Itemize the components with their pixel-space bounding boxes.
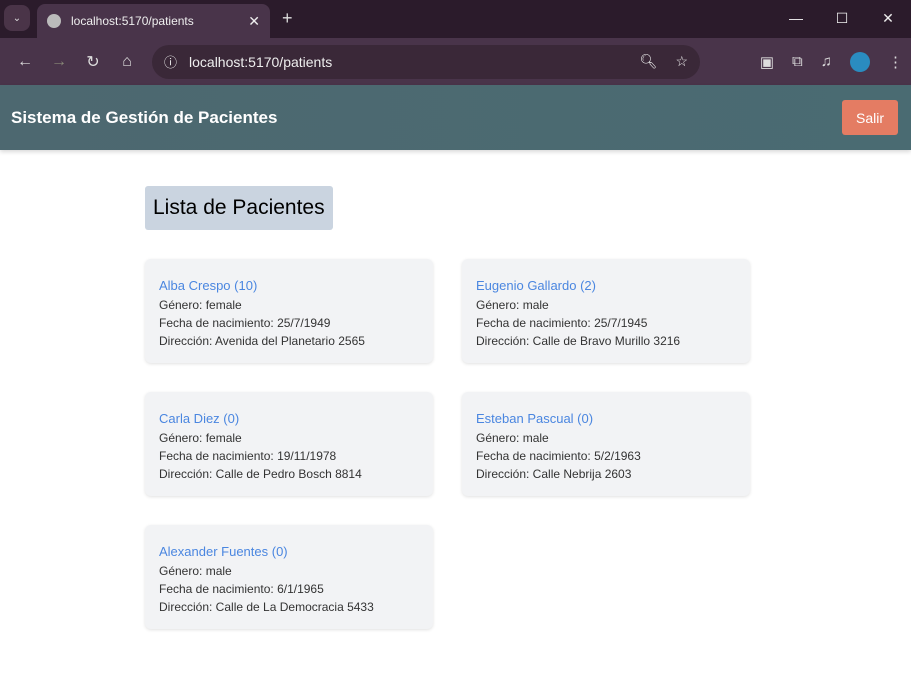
- patient-birthdate: Fecha de nacimiento: 25/7/1949: [159, 316, 331, 330]
- zoom-icon[interactable]: 🔍︎: [640, 53, 658, 70]
- patient-name-link[interactable]: Eugenio Gallardo (2): [476, 276, 736, 296]
- media-icon[interactable]: ♫: [821, 53, 832, 70]
- new-tab-button[interactable]: +: [282, 8, 293, 29]
- bookmark-star-icon[interactable]: ☆: [675, 53, 688, 70]
- close-tab-icon[interactable]: ✕: [248, 13, 260, 30]
- globe-icon: [47, 14, 61, 28]
- page-title: Lista de Pacientes: [145, 186, 333, 230]
- forward-button[interactable]: →: [42, 53, 76, 71]
- url-text: localhost:5170/patients: [189, 53, 333, 70]
- home-button[interactable]: ⌂: [110, 53, 144, 71]
- patient-gender: Género: male: [476, 431, 549, 445]
- patient-name-link[interactable]: Alexander Fuentes (0): [159, 542, 419, 562]
- browser-toolbar: ← → ↻ ⌂ ⓘ localhost:5170/patients 🔍︎ ☆ ▣ …: [0, 38, 911, 85]
- patients-section: Lista de Pacientes Alba Crespo (10) Géne…: [145, 186, 750, 629]
- logout-button[interactable]: Salir: [842, 100, 898, 135]
- patient-gender: Género: female: [159, 431, 242, 445]
- patient-address: Dirección: Calle de Bravo Murillo 3216: [476, 334, 681, 348]
- tab-search-button[interactable]: ⌄: [4, 5, 30, 31]
- browser-tab-bar: ⌄ localhost:5170/patients ✕ + — ☐ ✕: [0, 0, 911, 38]
- maximize-button[interactable]: ☐: [819, 0, 865, 36]
- patient-card: Eugenio Gallardo (2) Género: male Fecha …: [462, 259, 750, 363]
- app-title: Sistema de Gestión de Pacientes: [11, 107, 278, 127]
- minimize-button[interactable]: —: [773, 0, 819, 36]
- patient-gender: Género: female: [159, 298, 242, 312]
- tab-title: localhost:5170/patients: [71, 14, 194, 28]
- patient-gender: Género: male: [159, 564, 232, 578]
- back-button[interactable]: ←: [8, 53, 42, 71]
- patient-birthdate: Fecha de nacimiento: 6/1/1965: [159, 582, 324, 596]
- reload-button[interactable]: ↻: [76, 52, 110, 72]
- patient-list: Alba Crespo (10) Género: female Fecha de…: [145, 259, 750, 629]
- patient-card: Alexander Fuentes (0) Género: male Fecha…: [145, 525, 433, 629]
- close-window-button[interactable]: ✕: [865, 0, 911, 36]
- extension-icon[interactable]: ▣: [760, 53, 774, 71]
- patient-address: Dirección: Calle de La Democracia 5433: [159, 600, 374, 614]
- menu-icon[interactable]: ⋮: [888, 53, 903, 71]
- patient-card: Carla Diez (0) Género: female Fecha de n…: [145, 392, 433, 496]
- patient-card: Alba Crespo (10) Género: female Fecha de…: [145, 259, 433, 363]
- patient-gender: Género: male: [476, 298, 549, 312]
- patient-name-link[interactable]: Esteban Pascual (0): [476, 409, 736, 429]
- patient-birthdate: Fecha de nacimiento: 19/11/1978: [159, 449, 337, 463]
- patient-name-link[interactable]: Alba Crespo (10): [159, 276, 419, 296]
- patient-name-link[interactable]: Carla Diez (0): [159, 409, 419, 429]
- patient-birthdate: Fecha de nacimiento: 25/7/1945: [476, 316, 648, 330]
- patient-birthdate: Fecha de nacimiento: 5/2/1963: [476, 449, 641, 463]
- profile-avatar[interactable]: [850, 51, 870, 72]
- address-bar[interactable]: ⓘ localhost:5170/patients 🔍︎ ☆: [152, 44, 700, 79]
- site-info-icon[interactable]: ⓘ: [164, 52, 177, 71]
- extensions-puzzle-icon[interactable]: ⧉: [792, 53, 803, 70]
- patient-address: Dirección: Calle Nebrija 2603: [476, 467, 632, 481]
- patient-card: Esteban Pascual (0) Género: male Fecha d…: [462, 392, 750, 496]
- browser-tab[interactable]: localhost:5170/patients ✕: [37, 4, 270, 38]
- app-header: Sistema de Gestión de Pacientes Salir: [0, 85, 911, 150]
- patient-address: Dirección: Calle de Pedro Bosch 8814: [159, 467, 362, 481]
- patient-address: Dirección: Avenida del Planetario 2565: [159, 334, 365, 348]
